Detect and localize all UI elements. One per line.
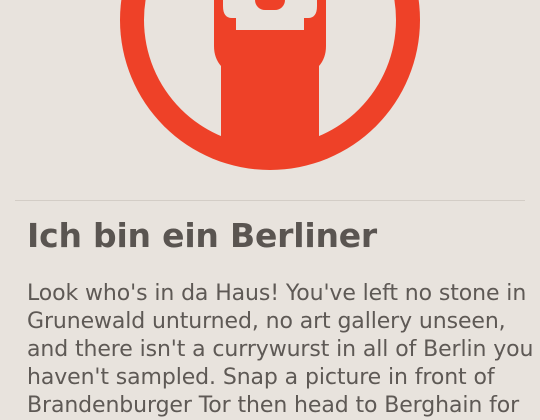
section-divider — [15, 200, 525, 201]
achievement-title: Ich bin ein Berliner — [27, 216, 377, 255]
achievement-badge — [0, 0, 540, 180]
raised-arms-achievement-icon — [120, 0, 420, 170]
achievement-description: Look who's in da Haus! You've left no st… — [27, 281, 534, 418]
